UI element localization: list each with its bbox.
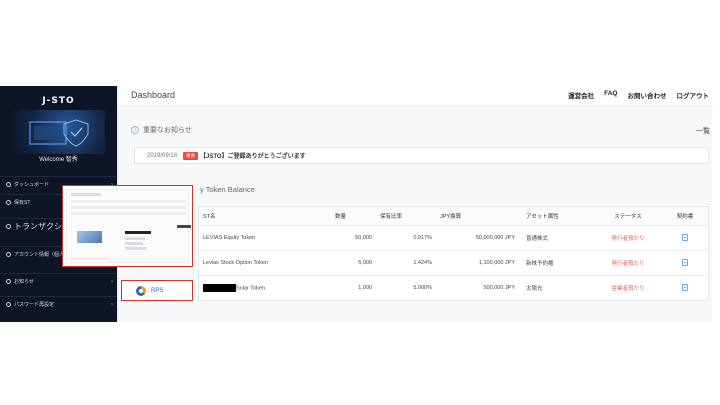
- col-header-ratio: 保有比率: [380, 214, 403, 220]
- sidebar-item-notices[interactable]: お知らせ ›: [0, 273, 117, 289]
- brand-logo: J-STO: [42, 96, 75, 106]
- col-header-jpy: JPY換算: [440, 214, 462, 220]
- token-asset: 普通株式: [526, 236, 549, 242]
- table-row[interactable]: LEVIAS Equity Token 50,000 0.917% 50,000…: [199, 225, 708, 250]
- token-jpy: 50,000,000 JPY: [475, 235, 515, 241]
- sidebar-item-label: お知らせ: [14, 279, 34, 285]
- notices-heading: i 重要なお知らせ: [131, 125, 192, 135]
- col-header-contract: 契約書: [676, 214, 694, 220]
- token-name: Solar Token: [236, 285, 265, 292]
- token-balance-heading: y Token Balance: [200, 185, 255, 194]
- thumb-line: [125, 247, 147, 250]
- thumb-redaction: [125, 231, 151, 234]
- sidebar-item-label: パスワード再設定: [14, 302, 55, 308]
- holdings-icon: [2, 200, 14, 205]
- main-content: Dashboard 運営会社 FAQ お問い合わせ ログアウト i 重要なお知ら…: [117, 86, 713, 322]
- token-asset: 太陽光: [526, 286, 543, 292]
- logout-link[interactable]: ログアウト: [677, 90, 710, 100]
- welcome-text: Welcome 智秀: [39, 157, 78, 163]
- thumb-line: [71, 257, 111, 260]
- token-balance-table: ST名 数量 保有比率 JPY換算 アセット属性 ステータス 契約書 LEVIA…: [198, 206, 709, 301]
- contract-cell: [665, 233, 705, 243]
- user-icon: [2, 252, 14, 257]
- token-name: LEVIAS Equity Token: [203, 235, 256, 241]
- token-ratio: 5.000%: [413, 285, 432, 291]
- contract-cell: [665, 283, 705, 293]
- notice-date: 2019/09/18: [147, 152, 178, 159]
- table-row[interactable]: Levias Stock Option Token 5,000 1.424% 1…: [199, 250, 708, 275]
- notices-list-link[interactable]: 一覧: [696, 126, 710, 136]
- document-icon[interactable]: [682, 258, 688, 266]
- token-name-cell: Solar Token: [199, 284, 331, 292]
- important-badge: 重要: [183, 151, 199, 160]
- thumb-line: [125, 242, 143, 245]
- table-header-row: ST名 数量 保有比率 JPY換算 アセット属性 ステータス 契約書: [199, 207, 708, 225]
- thumb-card-image: [77, 231, 102, 243]
- lock-icon: [2, 302, 14, 307]
- contact-link[interactable]: お問い合わせ: [628, 90, 667, 100]
- chevron-right-icon: ›: [111, 278, 113, 285]
- hero-illustration: [12, 110, 105, 154]
- transactions-icon: [2, 224, 14, 229]
- thumb-line: [71, 193, 101, 196]
- header-links: 運営会社 FAQ お問い合わせ ログアウト: [568, 90, 709, 100]
- token-jpy: 500,000 JPY: [483, 285, 516, 291]
- chevron-right-icon: ›: [111, 301, 113, 308]
- table-row[interactable]: Solar Token 1,000 5.000% 500,000 JPY 太陽光…: [199, 275, 708, 300]
- col-header-status: ステータス: [614, 214, 642, 220]
- notice-title: 【JSTO】ご登録ありがとうございます: [200, 154, 306, 160]
- sidebar-item-password[interactable]: パスワード再設定 ›: [0, 296, 117, 312]
- document-icon[interactable]: [682, 283, 688, 291]
- col-header-name: ST名: [203, 214, 216, 220]
- page-title: Dashboard: [131, 90, 176, 100]
- token-status: 営業者預かり: [611, 286, 645, 292]
- rps-logo-icon: [136, 285, 146, 296]
- token-status: 発行者預かり: [611, 236, 645, 242]
- thumb-line: [71, 212, 186, 215]
- token-ratio: 0.917%: [413, 235, 432, 241]
- company-link[interactable]: 運営会社: [568, 90, 594, 100]
- screenshot-thumbnail: [62, 185, 193, 267]
- info-icon: [2, 279, 14, 284]
- top-bar: Dashboard 運営会社 FAQ お問い合わせ ログアウト: [118, 86, 713, 106]
- thumbnail-content: [66, 189, 191, 263]
- rps-label: RPS: [151, 287, 164, 294]
- col-header-asset: アセット属性: [526, 214, 559, 220]
- token-qty: 5,000: [358, 260, 372, 266]
- token-status: 発行者預かり: [611, 261, 645, 267]
- thumb-line: [125, 237, 145, 240]
- token-asset: 新株予約権: [526, 261, 554, 267]
- faq-link[interactable]: FAQ: [604, 90, 617, 100]
- notice-item[interactable]: 2019/09/18 重要 【JSTO】ご登録ありがとうございます: [134, 147, 709, 164]
- token-ratio: 1.424%: [413, 260, 432, 266]
- thumb-button: [177, 225, 191, 228]
- thumb-line: [71, 206, 186, 209]
- thumb-line: [71, 200, 186, 203]
- notices-heading-text: 重要なお知らせ: [143, 127, 192, 134]
- info-icon: i: [131, 126, 139, 134]
- redaction-block: [203, 284, 236, 292]
- dashboard-icon: [2, 182, 14, 187]
- token-qty: 1,000: [358, 285, 372, 291]
- contract-cell: [665, 258, 705, 268]
- col-header-qty: 数量: [335, 214, 347, 220]
- token-jpy: 1,100,000 JPY: [478, 260, 515, 266]
- rps-highlight: RPS: [121, 280, 193, 301]
- document-icon[interactable]: [682, 233, 688, 241]
- token-name: Levias Stock Option Token: [203, 260, 269, 266]
- token-qty: 50,000: [355, 235, 372, 241]
